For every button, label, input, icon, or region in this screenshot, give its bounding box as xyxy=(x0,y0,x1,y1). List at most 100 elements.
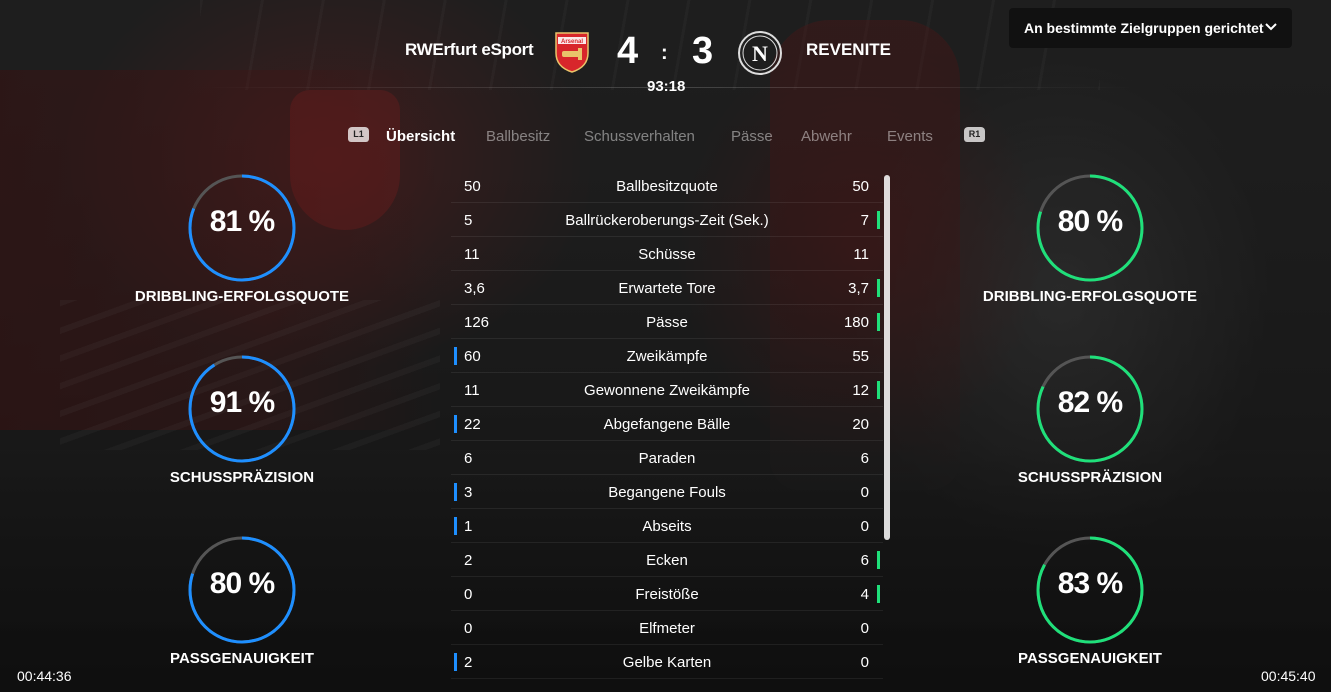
stat-label: Gelbe Karten xyxy=(622,654,712,671)
tab-schussverhalten[interactable]: Schussverhalten xyxy=(584,128,695,145)
away-score: 3 xyxy=(692,30,714,72)
stat-home-value: 2 xyxy=(464,654,473,671)
ring-value: 80 % xyxy=(1057,205,1123,238)
percentage-ring: 83 % xyxy=(1034,534,1146,646)
stat-row: Schüsse 11 11 xyxy=(451,237,883,271)
stat-home-value: 22 xyxy=(464,416,481,433)
stat-away-value: 180 xyxy=(843,314,869,331)
audience-button-label: An bestimmte Zielgruppen gerichtet xyxy=(1024,20,1264,36)
stat-label: Ballbesitzquote xyxy=(616,178,718,195)
stat-label: Begangene Fouls xyxy=(608,484,726,501)
stat-row: Abseits 1 0 xyxy=(451,509,883,543)
percentage-ring: 80 % xyxy=(1034,172,1146,284)
stat-away-value: 11 xyxy=(853,246,869,263)
stat-home-value: 11 xyxy=(464,382,480,399)
stat-home-value: 3 xyxy=(464,484,473,501)
ring-label: PASSGENAUIGKEIT xyxy=(1018,650,1162,667)
stat-away-value: 0 xyxy=(860,654,869,671)
tab-abwehr[interactable]: Abwehr xyxy=(801,128,852,145)
percentage-ring: 80 % xyxy=(186,534,298,646)
arsenal-crest-icon: Arsenal xyxy=(555,32,589,73)
score-separator: : xyxy=(661,42,668,64)
stat-label: Schüsse xyxy=(638,246,696,263)
header-divider xyxy=(195,87,1135,88)
stat-label: Ballrückeroberungs-Zeit (Sek.) xyxy=(565,212,769,229)
stat-home-value: 126 xyxy=(464,314,490,331)
stat-away-value: 12 xyxy=(852,382,869,399)
stat-away-value: 20 xyxy=(852,416,869,433)
stat-away-value: 50 xyxy=(852,178,869,195)
napoli-crest-icon: N xyxy=(738,31,782,75)
tab-ballbesitz[interactable]: Ballbesitz xyxy=(486,128,550,145)
ring-value: 91 % xyxy=(209,386,275,419)
stat-label: Paraden xyxy=(638,450,696,467)
tab-events[interactable]: Events xyxy=(887,128,933,145)
stat-row: Elfmeter 0 0 xyxy=(451,611,883,645)
stat-away-value: 3,7 xyxy=(848,280,869,297)
stat-home-value: 60 xyxy=(464,348,481,365)
stat-away-value: 0 xyxy=(860,484,869,501)
percentage-ring: 81 % xyxy=(186,172,298,284)
ring-value: 80 % xyxy=(209,567,275,600)
stat-row: Gewonnene Zweikämpfe 11 12 xyxy=(451,373,883,407)
ring-label: DRIBBLING-ERFOLGSQUOTE xyxy=(982,288,1198,305)
stat-row: Begangene Fouls 3 0 xyxy=(451,475,883,509)
stat-away-value: 6 xyxy=(860,552,869,569)
stats-scrollbar[interactable] xyxy=(884,175,890,540)
stat-label: Gewonnene Zweikämpfe xyxy=(584,382,750,399)
chevron-down-icon xyxy=(1265,23,1277,31)
stat-home-value: 1 xyxy=(464,518,473,535)
ring-value: 83 % xyxy=(1057,567,1123,600)
stat-home-value: 5 xyxy=(464,212,473,229)
l1-bumper-icon[interactable]: L1 xyxy=(348,127,369,142)
stat-row: Paraden 6 6 xyxy=(451,441,883,475)
stat-row: Ecken 2 6 xyxy=(451,543,883,577)
home-team-name: RWErfurt eSport xyxy=(405,40,534,59)
stat-home-value: 11 xyxy=(464,246,480,263)
stat-home-value: 3,6 xyxy=(464,280,485,297)
stat-label: Freistöße xyxy=(635,586,699,603)
video-frame[interactable]: An bestimmte Zielgruppen gerichtet RWErf… xyxy=(0,0,1331,692)
stat-row: Pässe 126 180 xyxy=(451,305,883,339)
stat-row: Abgefangene Bälle 22 20 xyxy=(451,407,883,441)
audience-dropdown-button[interactable]: An bestimmte Zielgruppen gerichtet xyxy=(1009,8,1292,48)
stat-home-value: 50 xyxy=(464,178,481,195)
stat-label: Abseits xyxy=(642,518,692,535)
tab-uebersicht[interactable]: Übersicht xyxy=(386,128,455,145)
stat-row: Erwartete Tore 3,6 3,7 xyxy=(451,271,883,305)
stat-home-value: 6 xyxy=(464,450,473,467)
stat-label: Erwartete Tore xyxy=(618,280,716,297)
stat-label: Elfmeter xyxy=(639,620,695,637)
stat-away-value: 55 xyxy=(852,348,869,365)
stat-label: Abgefangene Bälle xyxy=(603,416,731,433)
ring-label: DRIBBLING-ERFOLGSQUOTE xyxy=(134,288,350,305)
percentage-ring: 91 % xyxy=(186,353,298,465)
away-team-name: REVENITE xyxy=(806,40,892,59)
ring-label: SCHUSSPRÄZISION xyxy=(1017,469,1163,486)
r1-bumper-icon[interactable]: R1 xyxy=(964,127,985,142)
stat-row: Gelbe Karten 2 0 xyxy=(451,645,883,679)
stat-home-value: 0 xyxy=(464,586,473,603)
stat-home-value: 2 xyxy=(464,552,473,569)
home-score: 4 xyxy=(617,30,639,72)
percentage-ring: 82 % xyxy=(1034,353,1146,465)
ring-label: PASSGENAUIGKEIT xyxy=(170,650,314,667)
tab-paesse[interactable]: Pässe xyxy=(731,128,773,145)
video-total-time: 00:45:40 xyxy=(1261,668,1316,684)
stat-away-value: 6 xyxy=(860,450,869,467)
ring-value: 81 % xyxy=(209,205,275,238)
stat-row: Ballbesitzquote 50 50 xyxy=(451,169,883,203)
stat-away-value: 7 xyxy=(860,212,869,229)
stat-away-value: 0 xyxy=(860,620,869,637)
stat-row: Zweikämpfe 60 55 xyxy=(451,339,883,373)
stat-row: Ballrückeroberungs-Zeit (Sek.) 5 7 xyxy=(451,203,883,237)
stat-away-value: 4 xyxy=(860,586,869,603)
ring-label: SCHUSSPRÄZISION xyxy=(169,469,315,486)
stat-row: Freistöße 0 4 xyxy=(451,577,883,611)
svg-text:Arsenal: Arsenal xyxy=(561,39,583,45)
stat-home-value: 0 xyxy=(464,620,473,637)
stat-away-value: 0 xyxy=(860,518,869,535)
stat-label: Zweikämpfe xyxy=(626,348,708,365)
video-current-time: 00:44:36 xyxy=(17,668,72,684)
stat-label: Pässe xyxy=(646,314,688,331)
